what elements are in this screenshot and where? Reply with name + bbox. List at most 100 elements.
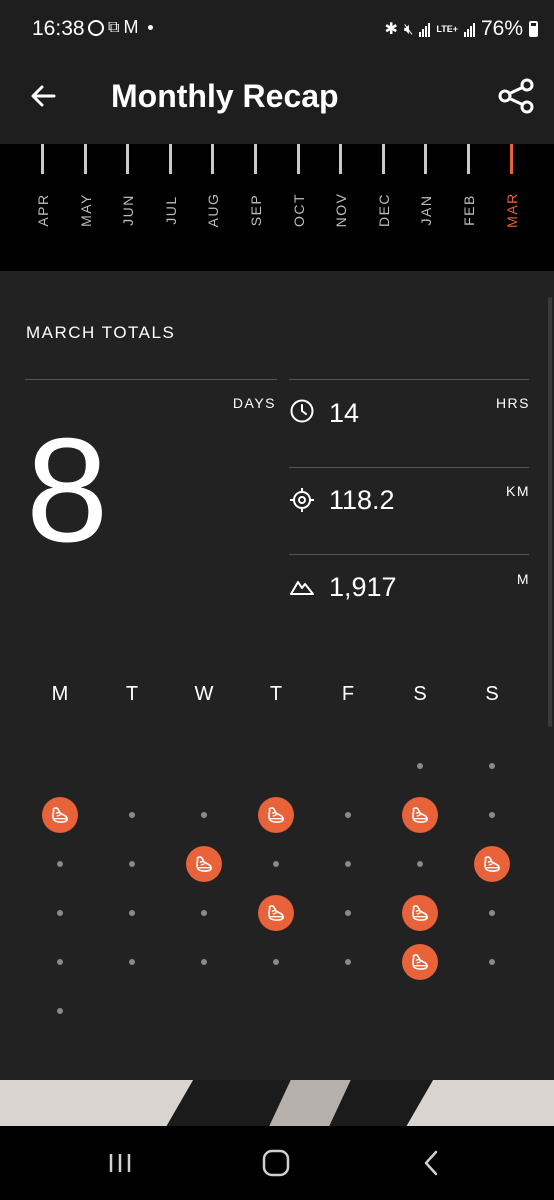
- empty-day: [345, 861, 351, 867]
- weekday-label: T: [125, 683, 139, 705]
- empty-day: [201, 910, 207, 916]
- month-label: NOV: [333, 192, 350, 228]
- more-notifications-icon: [148, 25, 154, 30]
- weekday-label: S: [485, 683, 499, 705]
- month-label: SEP: [248, 193, 264, 227]
- monthly-totals-card: MARCH TOTALS DAYS 8 14 HRS 118.2 KM 1,91…: [0, 271, 554, 1080]
- month-tick: [254, 144, 257, 174]
- month-tick: [339, 144, 343, 174]
- empty-day: [129, 910, 135, 916]
- shoe-icon: [412, 905, 428, 921]
- days-label: DAYS: [232, 395, 276, 411]
- clock-icon: [290, 399, 314, 423]
- empty-day: [129, 812, 135, 818]
- system-icons: ✱ 🔇︎ LTE+ 76%: [385, 17, 538, 41]
- month-label: MAY: [77, 193, 94, 227]
- shoe-icon: [484, 856, 500, 872]
- month-tick: [424, 144, 428, 174]
- activity-day[interactable]: [186, 846, 222, 882]
- month-label: APR: [35, 193, 51, 227]
- shoe-icon: [268, 905, 284, 921]
- month-tick: [126, 144, 130, 174]
- activity-day[interactable]: [402, 895, 438, 931]
- divider: [289, 467, 529, 468]
- wifi-signal-icon: [419, 21, 431, 37]
- empty-day: [489, 812, 495, 818]
- divider: [289, 554, 529, 555]
- empty-day: [57, 1008, 63, 1014]
- activity-day[interactable]: [258, 895, 294, 931]
- arrow-left-icon[interactable]: [28, 80, 60, 112]
- month-oct[interactable]: OCT: [287, 144, 311, 244]
- recent-apps-button[interactable]: [100, 1146, 140, 1180]
- empty-day: [345, 910, 351, 916]
- empty-day: [489, 763, 495, 769]
- distance-value: 118.2: [329, 485, 395, 515]
- activity-day[interactable]: [402, 944, 438, 980]
- month-tick: [211, 144, 215, 174]
- month-label: DEC: [375, 192, 392, 228]
- recap-photo: [0, 1080, 554, 1126]
- scrollbar[interactable]: [548, 297, 552, 727]
- back-button[interactable]: [412, 1146, 452, 1180]
- distance-unit: KM: [506, 483, 530, 499]
- month-apr[interactable]: APR: [31, 144, 55, 244]
- month-may[interactable]: MAY: [74, 144, 98, 244]
- month-dec[interactable]: DEC: [372, 144, 396, 244]
- shoe-icon: [52, 807, 68, 823]
- month-tick: [467, 144, 470, 174]
- month-label: FEB: [461, 194, 477, 226]
- empty-day: [417, 861, 423, 867]
- month-label: JAN: [418, 194, 435, 226]
- month-label: OCT: [290, 192, 307, 228]
- month-label: JUN: [120, 194, 137, 226]
- weekday-label: F: [341, 683, 355, 705]
- activity-day[interactable]: [474, 846, 510, 882]
- elevation-unit: M: [516, 571, 530, 587]
- shoe-icon: [412, 807, 428, 823]
- bluetooth-icon: ✱: [384, 21, 398, 38]
- share-icon[interactable]: [496, 76, 536, 116]
- month-nov[interactable]: NOV: [329, 144, 353, 244]
- empty-day: [489, 910, 495, 916]
- month-mar[interactable]: MAR: [500, 144, 524, 244]
- month-feb[interactable]: FEB: [457, 144, 481, 244]
- month-jun[interactable]: JUN: [116, 144, 140, 244]
- notification-icons: ⧉ M: [88, 17, 154, 38]
- empty-day: [345, 812, 351, 818]
- month-label: AUG: [205, 192, 222, 228]
- activity-day[interactable]: [402, 797, 438, 833]
- time-value: 14: [329, 398, 360, 428]
- shoe-icon: [196, 856, 212, 872]
- empty-day: [201, 959, 207, 965]
- days-count: 8: [26, 408, 109, 573]
- weekday-label: M: [51, 683, 69, 705]
- month-label: MAR: [503, 192, 520, 228]
- month-jul[interactable]: JUL: [159, 144, 183, 244]
- activity-day[interactable]: [42, 797, 78, 833]
- elevation-value: 1,917: [329, 572, 397, 602]
- shoe-icon: [412, 954, 428, 970]
- month-sep[interactable]: SEP: [244, 144, 268, 244]
- network-type: LTE+: [436, 23, 458, 34]
- month-jan[interactable]: JAN: [414, 144, 438, 244]
- empty-day: [273, 861, 279, 867]
- month-tick: [168, 144, 172, 174]
- weekday-label: W: [194, 683, 214, 705]
- totals-title: MARCH TOTALS: [26, 323, 176, 342]
- divider: [25, 379, 277, 380]
- shoe-icon: [268, 807, 284, 823]
- mountain-icon: [290, 581, 314, 595]
- empty-day: [273, 959, 279, 965]
- status-time: 16:38: [32, 17, 85, 40]
- empty-day: [57, 910, 63, 916]
- activity-day[interactable]: [258, 797, 294, 833]
- empty-day: [417, 763, 423, 769]
- weekday-label: S: [413, 683, 427, 705]
- home-button[interactable]: [256, 1146, 296, 1180]
- empty-day: [489, 959, 495, 965]
- mute-icon: 🔇︎: [403, 20, 414, 38]
- month-aug[interactable]: AUG: [201, 144, 225, 244]
- divider: [289, 379, 529, 380]
- gmail-icon: M: [123, 17, 139, 37]
